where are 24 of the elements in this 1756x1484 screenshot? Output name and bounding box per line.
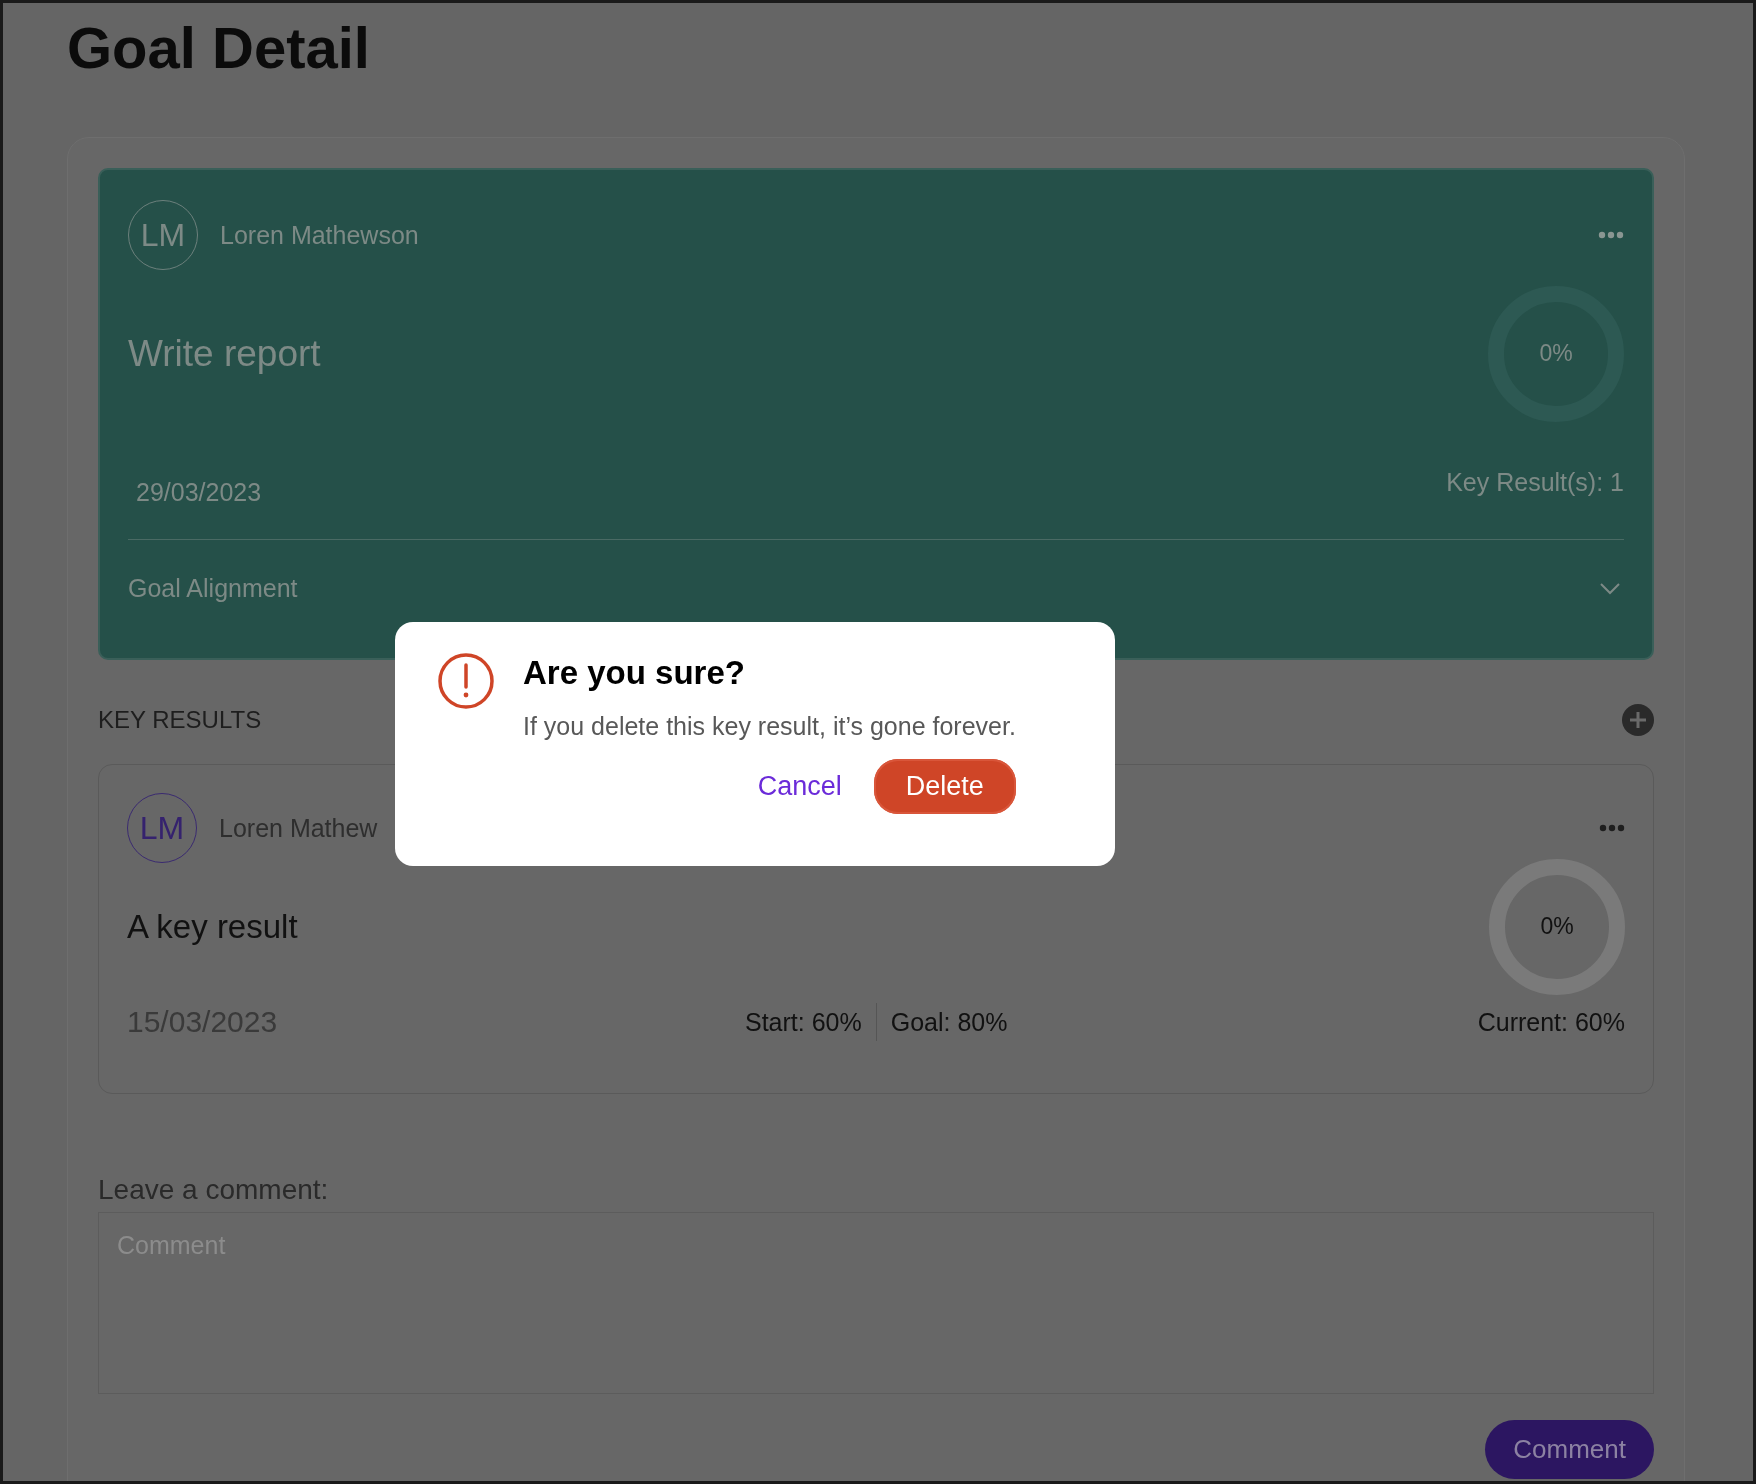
progress-percent: 0% <box>1539 913 1575 940</box>
start-value: Start: 60% <box>745 1007 862 1037</box>
cancel-button[interactable]: Cancel <box>751 759 848 814</box>
dialog-title: Are you sure? <box>523 654 746 692</box>
goal-value: Goal: 80% <box>890 1007 1008 1037</box>
more-options-icon[interactable] <box>1599 824 1625 832</box>
owner-name: Loren Mathewson <box>220 220 419 250</box>
section-heading: KEY RESULTS <box>98 706 262 734</box>
goal-date: 29/03/2023 <box>135 478 262 507</box>
warning-icon <box>437 652 495 710</box>
goal-alignment-toggle[interactable]: Goal Alignment <box>128 539 1624 603</box>
goal-title: Write report <box>128 333 321 375</box>
comment-label: Leave a comment: <box>98 1174 330 1206</box>
progress-percent: 0% <box>1538 340 1574 367</box>
owner-name: Loren Mathew <box>219 813 378 843</box>
more-options-icon[interactable] <box>1598 231 1624 239</box>
current-value: Current: 60% <box>1477 1007 1625 1037</box>
add-icon[interactable] <box>1622 704 1654 736</box>
key-result-title: A key result <box>127 908 298 946</box>
dialog-message: If you delete this key result, it’s gone forever. <box>523 712 1016 741</box>
key-result-count: Key Result(s): 1 <box>1446 468 1624 497</box>
page-title: Goal Detail <box>66 14 371 82</box>
delete-button[interactable]: Delete <box>873 759 1016 814</box>
comment-button[interactable]: Comment <box>1485 1420 1654 1479</box>
